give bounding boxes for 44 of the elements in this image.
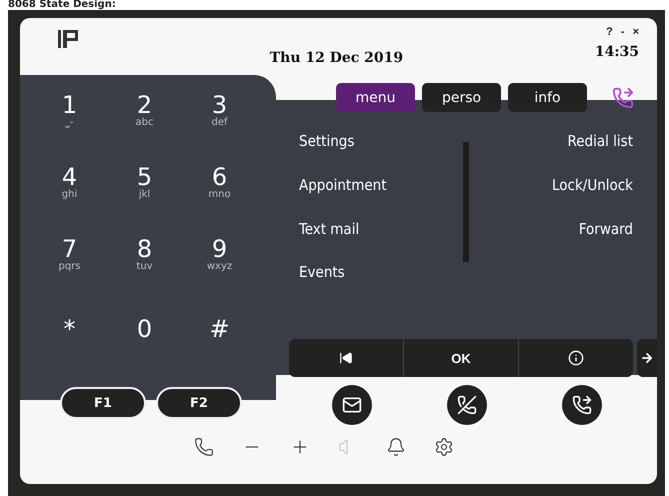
arrow-right-icon: [640, 351, 654, 365]
keypad-key[interactable]: 0: [107, 301, 182, 373]
menu-item[interactable]: Text mail: [299, 220, 360, 264]
window-control[interactable]: ?: [606, 26, 613, 38]
keypad-key[interactable]: 8 tuv: [107, 229, 182, 301]
date-text: Thu 12 Dec 2019: [268, 50, 404, 66]
bell-icon[interactable]: [386, 437, 406, 457]
menu-item[interactable]: Events: [299, 263, 345, 307]
hang-up-icon: [457, 395, 477, 415]
menu-item[interactable]: Forward: [578, 220, 633, 264]
info-icon: [568, 350, 584, 366]
function-key[interactable]: F1: [60, 387, 146, 419]
call-forward-icon[interactable]: [612, 86, 634, 108]
menu-item[interactable]: Appointment: [299, 176, 387, 220]
tab[interactable]: perso: [422, 83, 501, 112]
next-arrow-button[interactable]: [637, 339, 657, 377]
hang-up-button[interactable]: [447, 385, 487, 425]
handset-icon[interactable]: [194, 437, 214, 457]
settings-icon[interactable]: [434, 437, 454, 457]
keypad-key[interactable]: *: [32, 301, 107, 373]
keypad-key[interactable]: 7 pqrs: [32, 229, 107, 301]
menu-item[interactable]: Redial list: [568, 132, 633, 176]
keypad-key[interactable]: 2 abc: [107, 85, 182, 157]
mail-icon: [342, 395, 362, 415]
menu-item[interactable]: Lock/Unlock: [552, 176, 633, 220]
tab[interactable]: info: [508, 83, 587, 112]
keypad-key[interactable]: 3 def: [182, 85, 257, 157]
menu-item[interactable]: Settings: [299, 132, 354, 176]
mail-button[interactable]: [332, 385, 372, 425]
keypad-key[interactable]: 4 ghi: [32, 157, 107, 229]
tab[interactable]: menu: [336, 83, 415, 112]
keypad-key[interactable]: 5 jkl: [107, 157, 182, 229]
time-text: 14:35: [594, 44, 639, 60]
window-control[interactable]: -: [620, 26, 625, 38]
logo-icon: [58, 30, 78, 48]
function-key[interactable]: F2: [156, 387, 242, 419]
call-transfer-button[interactable]: [562, 385, 602, 425]
keypad-key[interactable]: 1 ⎵-: [32, 85, 107, 157]
keypad-key[interactable]: 9 wxyz: [182, 229, 257, 301]
keypad-key[interactable]: 6 mno: [182, 157, 257, 229]
window-control[interactable]: ×: [632, 26, 639, 38]
call-transfer-icon: [572, 395, 592, 415]
skip-back-icon: [339, 351, 353, 365]
keypad-key[interactable]: #: [182, 301, 257, 373]
